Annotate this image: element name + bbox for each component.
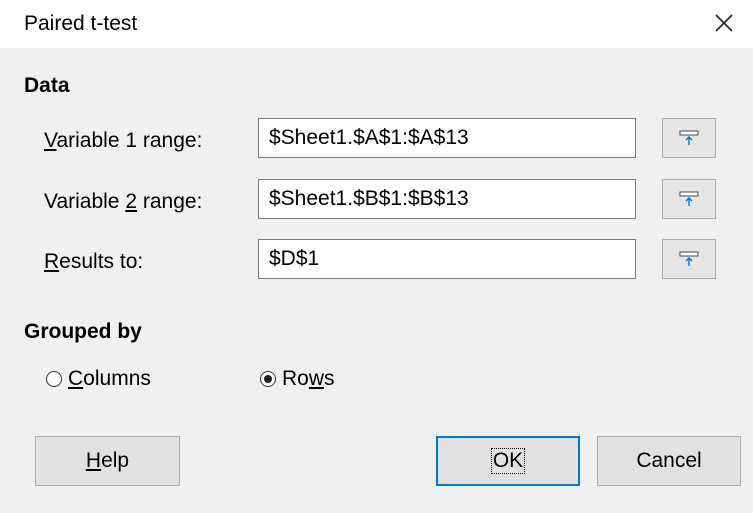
cancel-button[interactable]: Cancel <box>597 436 741 486</box>
variable-1-range-label: Variable 1 range: <box>44 129 203 152</box>
results-to-label: Results to: <box>44 250 144 273</box>
title-bar: Paired t-test <box>0 0 753 48</box>
close-icon <box>715 14 733 32</box>
ok-button-label: OK <box>490 448 526 474</box>
shrink-range-icon <box>679 130 699 145</box>
rows-radio[interactable]: Rows <box>260 367 335 391</box>
variable-2-range-label: Variable 2 range: <box>44 190 203 213</box>
columns-radio-label: Columns <box>68 367 151 390</box>
shrink-range-icon <box>679 191 699 206</box>
grouped-by-label: Grouped by <box>24 320 142 343</box>
variable-1-shrink-button[interactable] <box>662 118 716 158</box>
columns-radio-circle[interactable] <box>46 371 62 387</box>
radio-selected-dot <box>264 375 272 383</box>
variable-2-shrink-button[interactable] <box>662 179 716 219</box>
columns-radio[interactable]: Columns <box>46 367 151 391</box>
paired-t-test-dialog: Paired t-test Data Variable 1 range: $Sh… <box>0 0 753 513</box>
variable-1-range-input[interactable]: $Sheet1.$A$1:$A$13 <box>258 118 636 158</box>
help-button-label: Help <box>85 449 130 472</box>
results-to-input[interactable]: $D$1 <box>258 239 636 279</box>
window-title: Paired t-test <box>24 12 138 35</box>
help-button[interactable]: Help <box>35 436 180 486</box>
close-button[interactable] <box>705 4 743 42</box>
rows-radio-label: Rows <box>282 367 335 390</box>
shrink-range-icon <box>679 251 699 266</box>
ok-button[interactable]: OK <box>436 436 580 486</box>
rows-radio-circle[interactable] <box>260 371 276 387</box>
cancel-button-label: Cancel <box>636 449 702 472</box>
data-section-label: Data <box>24 74 70 97</box>
results-to-shrink-button[interactable] <box>662 239 716 279</box>
variable-2-range-input[interactable]: $Sheet1.$B$1:$B$13 <box>258 179 636 219</box>
